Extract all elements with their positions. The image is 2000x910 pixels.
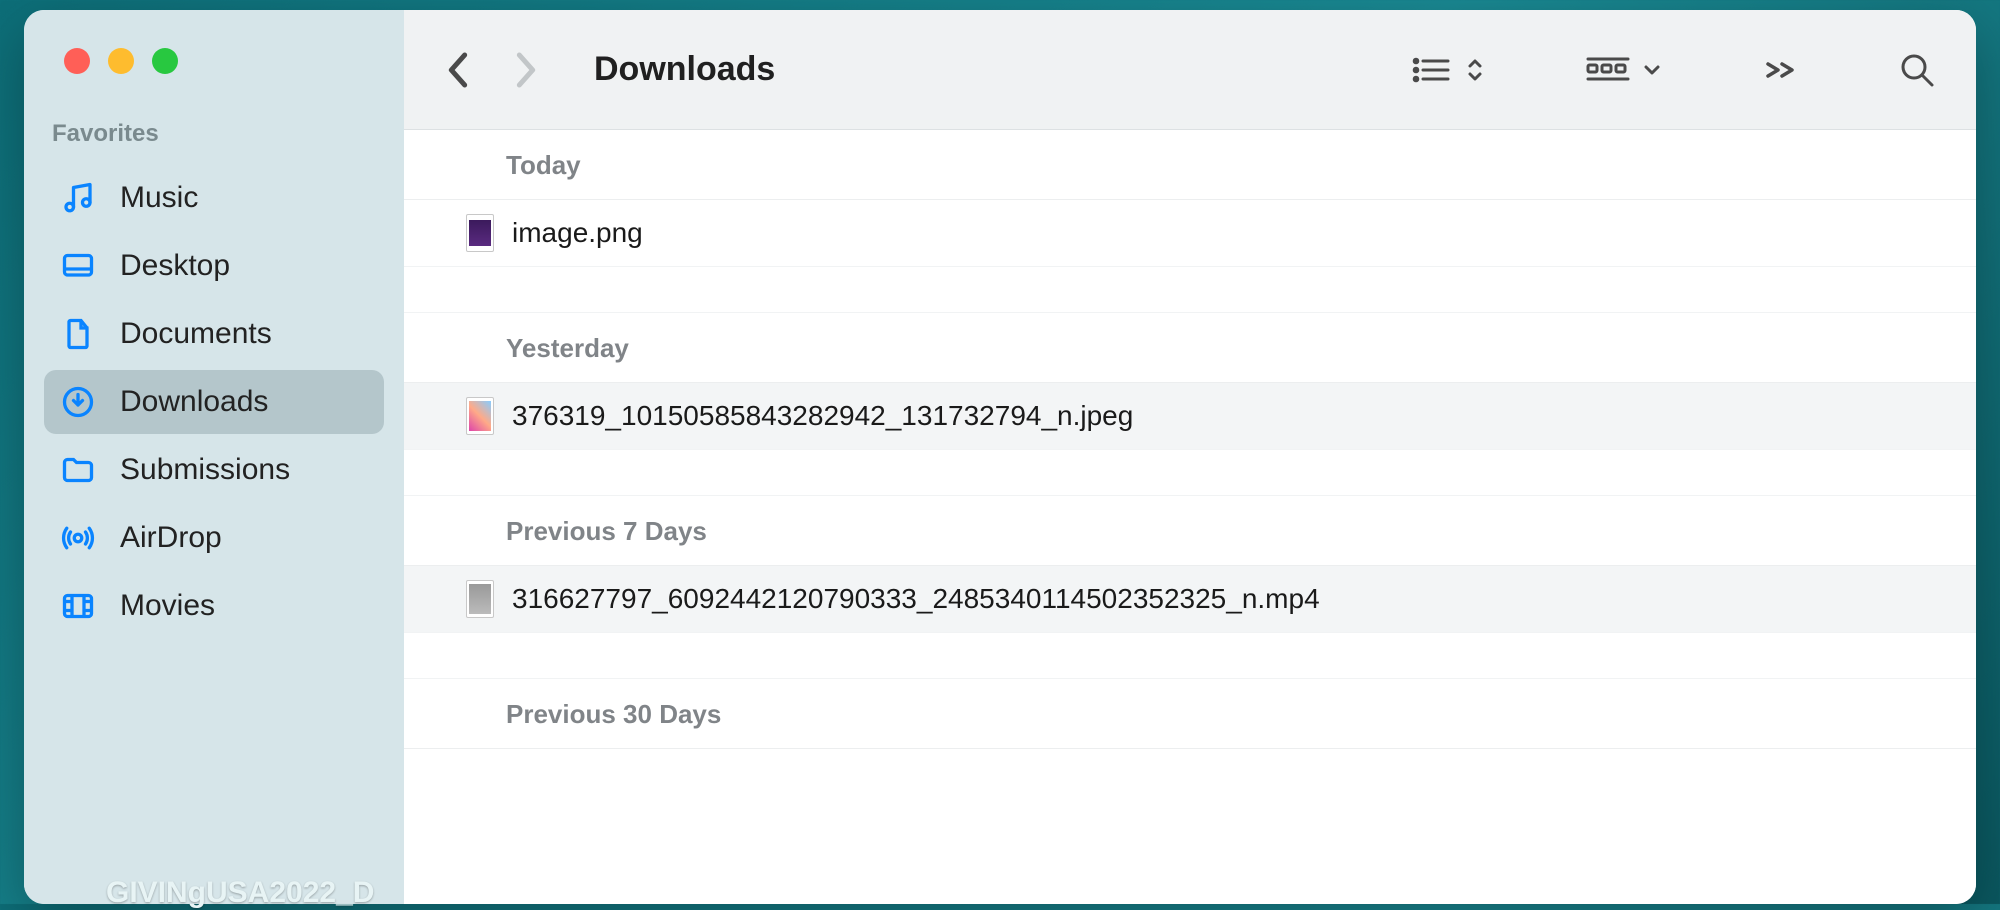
back-button[interactable] (444, 50, 472, 90)
sidebar-item-downloads[interactable]: Downloads (44, 370, 384, 434)
file-thumbnail-icon (466, 580, 494, 618)
more-toolbar-button[interactable] (1762, 58, 1798, 82)
view-mode-button[interactable] (1410, 53, 1484, 87)
chevron-up-down-icon (1466, 56, 1484, 84)
sidebar-item-documents[interactable]: Documents (44, 302, 384, 366)
file-list: Today image.png Yesterday 376319_1015058… (404, 130, 1976, 904)
group-header-prev7: Previous 7 Days (404, 496, 1976, 566)
file-row[interactable]: image.png (404, 200, 1976, 267)
window-controls (44, 48, 384, 74)
sidebar-item-label: AirDrop (120, 521, 222, 555)
sidebar-item-desktop[interactable]: Desktop (44, 234, 384, 298)
desktop-background-filename[interactable]: GIVINgUSA2022_D (106, 876, 374, 910)
file-name: image.png (512, 217, 643, 249)
sidebar-item-label: Desktop (120, 249, 230, 283)
sidebar-item-music[interactable]: Music (44, 166, 384, 230)
main-panel: Downloads Today (404, 10, 1976, 904)
group-header-yesterday: Yesterday (404, 313, 1976, 383)
chevron-down-icon (1642, 60, 1662, 80)
sidebar-item-movies[interactable]: Movies (44, 574, 384, 638)
airdrop-icon (60, 520, 96, 556)
sidebar-item-airdrop[interactable]: AirDrop (44, 506, 384, 570)
spacer (404, 450, 1976, 496)
file-row[interactable]: 316627797_6092442120790333_2485340114502… (404, 566, 1976, 633)
search-button[interactable] (1898, 51, 1936, 89)
group-header-today: Today (404, 130, 1976, 200)
document-icon (60, 316, 96, 352)
sidebar-item-label: Music (120, 181, 198, 215)
sidebar-item-label: Documents (120, 317, 272, 351)
desktop-icon (60, 248, 96, 284)
sidebar-item-label: Movies (120, 589, 215, 623)
file-row[interactable]: 376319_10150585843282942_131732794_n.jpe… (404, 383, 1976, 450)
music-icon (60, 180, 96, 216)
minimize-window-button[interactable] (108, 48, 134, 74)
group-by-button[interactable] (1584, 53, 1662, 87)
sidebar-item-label: Submissions (120, 453, 290, 487)
nav-arrows (444, 50, 540, 90)
file-thumbnail-icon (466, 397, 494, 435)
sidebar-item-label: Downloads (120, 385, 268, 419)
spacer (404, 633, 1976, 679)
folder-icon (60, 452, 96, 488)
group-header-prev30: Previous 30 Days (404, 679, 1976, 749)
file-thumbnail-icon (466, 214, 494, 252)
movies-icon (60, 588, 96, 624)
file-name: 376319_10150585843282942_131732794_n.jpe… (512, 400, 1133, 432)
sidebar: Favorites Music Desktop Documents Downlo… (24, 10, 404, 904)
window-title: Downloads (594, 50, 775, 89)
toolbar-right (1410, 51, 1936, 89)
finder-window: Favorites Music Desktop Documents Downlo… (24, 10, 1976, 904)
download-icon (60, 384, 96, 420)
forward-button[interactable] (512, 50, 540, 90)
toolbar: Downloads (404, 10, 1976, 130)
sidebar-section-label: Favorites (44, 120, 384, 148)
file-name: 316627797_6092442120790333_2485340114502… (512, 583, 1320, 615)
sidebar-item-submissions[interactable]: Submissions (44, 438, 384, 502)
fullscreen-window-button[interactable] (152, 48, 178, 74)
close-window-button[interactable] (64, 48, 90, 74)
spacer (404, 267, 1976, 313)
